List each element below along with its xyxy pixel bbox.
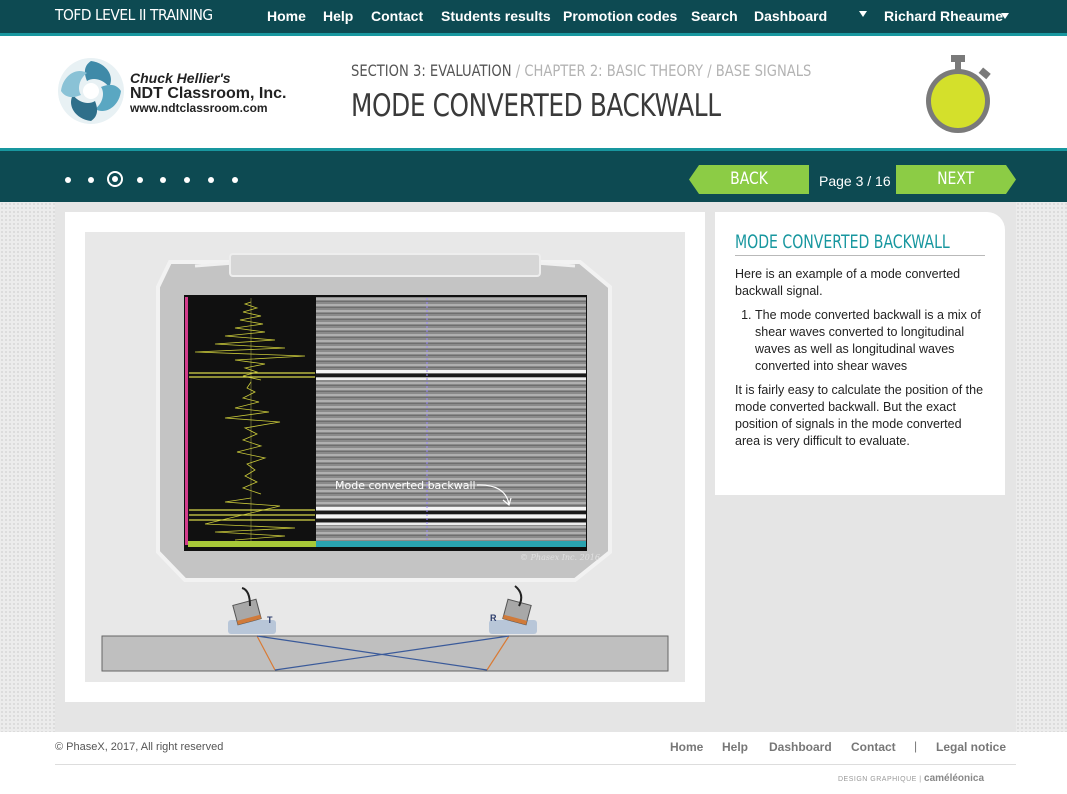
breadcrumb-separator: / (511, 61, 525, 80)
back-button-label: BACK (730, 169, 768, 189)
panel-body: Here is an example of a mode converted b… (735, 266, 990, 457)
user-chevron-down-icon[interactable] (1001, 13, 1009, 19)
page-dot-7[interactable] (208, 177, 214, 183)
phasex-watermark: © Phasex Inc. 2016 (520, 553, 600, 562)
page-title: MODE CONVERTED BACKWALL (351, 88, 721, 124)
page-counter: Page 3 / 16 (819, 173, 891, 189)
nav-dropdown-chevron-icon[interactable] (859, 11, 867, 17)
footer-home[interactable]: Home (670, 740, 703, 754)
instrument-handle (229, 253, 541, 277)
probe-r-label: R (490, 613, 497, 623)
nav-dashboard[interactable]: Dashboard (754, 8, 827, 24)
next-button-label: NEXT (937, 169, 975, 189)
tofd-diagram: Mode converted backwall © Phasex Inc. 20… (101, 253, 669, 672)
breadcrumb-section[interactable]: SECTION 3: EVALUATION (351, 61, 512, 80)
footer-dashboard[interactable]: Dashboard (769, 740, 832, 754)
nav-search[interactable]: Search (691, 8, 738, 24)
explanation-panel: MODE CONVERTED BACKWALL Here is an examp… (715, 212, 1005, 495)
footer-help[interactable]: Help (722, 740, 748, 754)
page-dot-1[interactable] (65, 177, 71, 183)
footer-contact[interactable]: Contact (851, 740, 896, 754)
ndt-classroom-logo-icon (58, 58, 124, 124)
nav-contact[interactable]: Contact (371, 8, 423, 24)
back-button[interactable]: BACK (689, 165, 809, 194)
b-scan-image (316, 297, 586, 543)
footer-legal-notice[interactable]: Legal notice (936, 740, 1006, 754)
background-pattern-right (1016, 202, 1067, 732)
panel-intro: Here is an example of a mode converted b… (735, 267, 961, 298)
logo-text-line-3: www.ndtclassroom.com (130, 101, 268, 115)
page-dot-5[interactable] (160, 177, 166, 183)
panel-list-item: The mode converted backwall is a mix of … (755, 307, 990, 375)
next-button[interactable]: NEXT (896, 165, 1016, 194)
breadcrumb-chapter[interactable]: CHAPTER 2: BASIC THEORY (524, 61, 703, 80)
mode-converted-backwall-annotation: Mode converted backwall (335, 479, 476, 492)
breadcrumb-topic[interactable]: BASE SIGNALS (716, 61, 812, 80)
probe-t-label: T (267, 615, 273, 625)
tofd-figure: Mode converted backwall © Phasex Inc. 20… (85, 232, 685, 682)
page-dot-4[interactable] (137, 177, 143, 183)
footer-divider (55, 764, 1016, 765)
footer-separator: | (914, 739, 918, 753)
breadcrumb: SECTION 3: EVALUATION / CHAPTER 2: BASIC… (351, 61, 811, 80)
logo-text-line-1: Chuck Hellier's (130, 70, 231, 86)
credit-brand: caméléonica (924, 773, 985, 784)
stopwatch-icon (926, 55, 991, 133)
nav-home[interactable]: Home (267, 8, 306, 24)
page-dot-8[interactable] (232, 177, 238, 183)
panel-title: MODE CONVERTED BACKWALL (735, 231, 985, 256)
user-menu[interactable]: Richard Rheaume (884, 8, 1003, 24)
panel-list: The mode converted backwall is a mix of … (755, 307, 990, 375)
breadcrumb-separator: / (703, 61, 716, 80)
progress-bar: BACK Page 3 / 16 NEXT (0, 148, 1067, 202)
page-dot-2[interactable] (88, 177, 94, 183)
design-credit[interactable]: DESIGN GRAPHIQUE | caméléonica (838, 773, 984, 784)
page-dot-3-active[interactable] (107, 171, 123, 187)
credit-prefix: DESIGN GRAPHIQUE | (838, 776, 922, 783)
course-brand[interactable]: TOFD LEVEL II TRAINING (55, 6, 213, 24)
panel-outro: It is fairly easy to calculate the posit… (735, 383, 984, 448)
nav-students-results[interactable]: Students results (441, 8, 551, 24)
copyright: © PhaseX, 2017, All right reserved (55, 741, 224, 753)
background-pattern-left (0, 202, 55, 732)
nav-promotion-codes[interactable]: Promotion codes (563, 8, 677, 24)
panel-title-text: MODE CONVERTED BACKWALL (735, 231, 950, 253)
nav-help[interactable]: Help (323, 8, 353, 24)
page-dot-6[interactable] (184, 177, 190, 183)
navbar-accent-line (0, 33, 1067, 36)
figure-panel: Mode converted backwall © Phasex Inc. 20… (65, 212, 705, 702)
